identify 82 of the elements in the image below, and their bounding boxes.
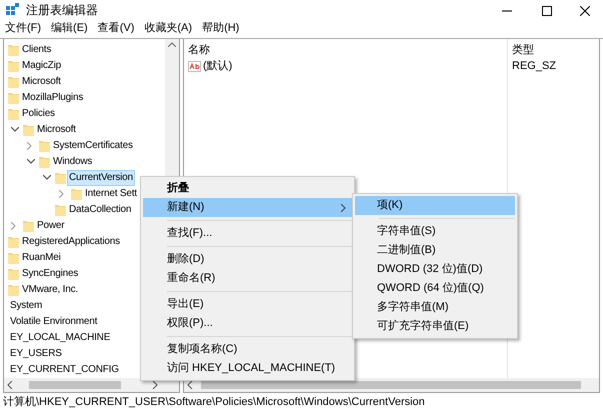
tree-item[interactable]: VMware, Inc. <box>20 282 80 298</box>
menu-item[interactable]: 项(K) <box>355 196 515 215</box>
folder-icon <box>8 108 19 120</box>
menu-item[interactable]: 重命名(R) <box>143 269 352 288</box>
folder-icon <box>55 204 66 216</box>
expand-toggle-icon[interactable] <box>43 175 51 181</box>
menu-item[interactable]: 查看(V) <box>96 20 136 37</box>
string-value-icon <box>188 60 201 72</box>
tree-item[interactable]: Policies <box>20 106 57 122</box>
menu-item[interactable]: 收藏夹(A) <box>142 20 194 37</box>
menu-item[interactable]: 可扩充字符串值(E) <box>355 317 515 336</box>
table-cell-text: REG_SZ <box>512 59 558 74</box>
folder-icon <box>8 44 19 56</box>
tree-item[interactable]: System <box>8 298 44 314</box>
menu-item[interactable]: 字符串值(S) <box>355 222 515 241</box>
tree-item[interactable]: Microsoft <box>20 74 63 90</box>
folder-icon <box>55 172 66 184</box>
menu-item[interactable]: DWORD (32 位)值(D) <box>355 260 515 279</box>
scroll-right-icon[interactable] <box>152 381 158 389</box>
folder-icon <box>23 124 34 136</box>
tree-item[interactable]: DataCollection <box>67 202 134 218</box>
menu-item[interactable]: 文件(F) <box>3 20 44 37</box>
folder-icon <box>23 220 34 232</box>
tree-item[interactable]: EY_USERS <box>8 346 64 362</box>
menu-item[interactable]: QWORD (64 位)值(Q) <box>355 279 515 298</box>
tree-item[interactable]: Clients <box>20 42 54 58</box>
window-title: 注册表编辑器 <box>26 2 98 19</box>
menu-item[interactable]: 折叠 <box>143 179 352 198</box>
tree-item[interactable]: CurrentVersion <box>67 170 135 186</box>
folder-icon <box>8 252 19 264</box>
menu-item[interactable]: 帮助(H) <box>200 20 242 37</box>
folder-icon <box>39 156 50 168</box>
tree-item[interactable]: Volatile Environment <box>8 314 100 330</box>
maximize-icon[interactable] <box>542 6 552 16</box>
menu-item[interactable]: 多字符串值(M) <box>355 298 515 317</box>
horizontal-scrollbar[interactable] <box>184 378 599 392</box>
expand-toggle-icon[interactable] <box>27 142 33 150</box>
scroll-left-icon[interactable] <box>187 381 193 389</box>
tree-item[interactable]: Microsoft <box>35 122 78 138</box>
tree-item[interactable]: SyncEngines <box>20 266 80 282</box>
tree-item[interactable]: Windows <box>51 154 94 170</box>
expand-toggle-icon[interactable] <box>11 127 19 133</box>
menu-item[interactable]: 二进制值(B) <box>355 241 515 260</box>
menu-item[interactable]: 权限(P)... <box>143 314 352 333</box>
tree-item[interactable]: EY_CURRENT_CONFIG <box>8 362 121 378</box>
menu-item[interactable]: 查找(F)... <box>143 224 352 243</box>
close-icon[interactable] <box>580 6 590 16</box>
tree-item[interactable]: RuanMei <box>20 250 63 266</box>
folder-icon <box>8 60 19 72</box>
folder-icon <box>71 188 82 200</box>
tree-item[interactable]: Power <box>35 218 66 234</box>
folder-icon <box>39 140 50 152</box>
menu-item[interactable]: 导出(E) <box>143 295 352 314</box>
scroll-left-icon[interactable] <box>7 381 13 389</box>
menu-item[interactable]: 删除(D) <box>143 250 352 269</box>
tree-item[interactable]: Internet Sett <box>83 186 139 202</box>
column-header[interactable]: 名称 <box>188 42 507 58</box>
folder-icon <box>8 284 19 296</box>
expand-toggle-icon[interactable] <box>11 222 17 230</box>
tree-item[interactable]: SystemCertificates <box>51 138 135 154</box>
scroll-thumb[interactable] <box>29 381 121 389</box>
expand-toggle-icon[interactable] <box>27 159 35 165</box>
status-bar-path: 计算机\HKEY_CURRENT_USER\Software\Policies\Microsoft\Windows\CurrentVersion <box>3 394 425 409</box>
expand-toggle-icon[interactable] <box>59 190 65 198</box>
scroll-thumb[interactable] <box>201 381 581 389</box>
horizontal-scrollbar[interactable] <box>4 378 179 392</box>
tree-item[interactable]: MagicZip <box>20 58 63 74</box>
folder-icon <box>8 236 19 248</box>
app-icon <box>6 2 20 17</box>
tree-item[interactable]: EY_LOCAL_MACHINE <box>8 330 112 346</box>
folder-icon <box>8 268 19 280</box>
menu-item[interactable]: 复制项名称(C) <box>143 340 352 359</box>
folder-icon <box>8 76 19 88</box>
tree-item[interactable]: RegisteredApplications <box>20 234 122 250</box>
menu-item[interactable]: 新建(N) <box>143 198 352 217</box>
column-header[interactable]: 类型 <box>512 42 599 58</box>
folder-icon <box>8 92 19 104</box>
menu-item[interactable]: 编辑(E) <box>49 20 90 37</box>
table-cell-text: (默认) <box>203 58 232 74</box>
tree-item[interactable]: MozillaPlugins <box>20 90 86 106</box>
scroll-up-icon[interactable] <box>168 42 176 47</box>
menu-item[interactable]: 访问 HKEY_LOCAL_MACHINE(T) <box>143 359 352 378</box>
